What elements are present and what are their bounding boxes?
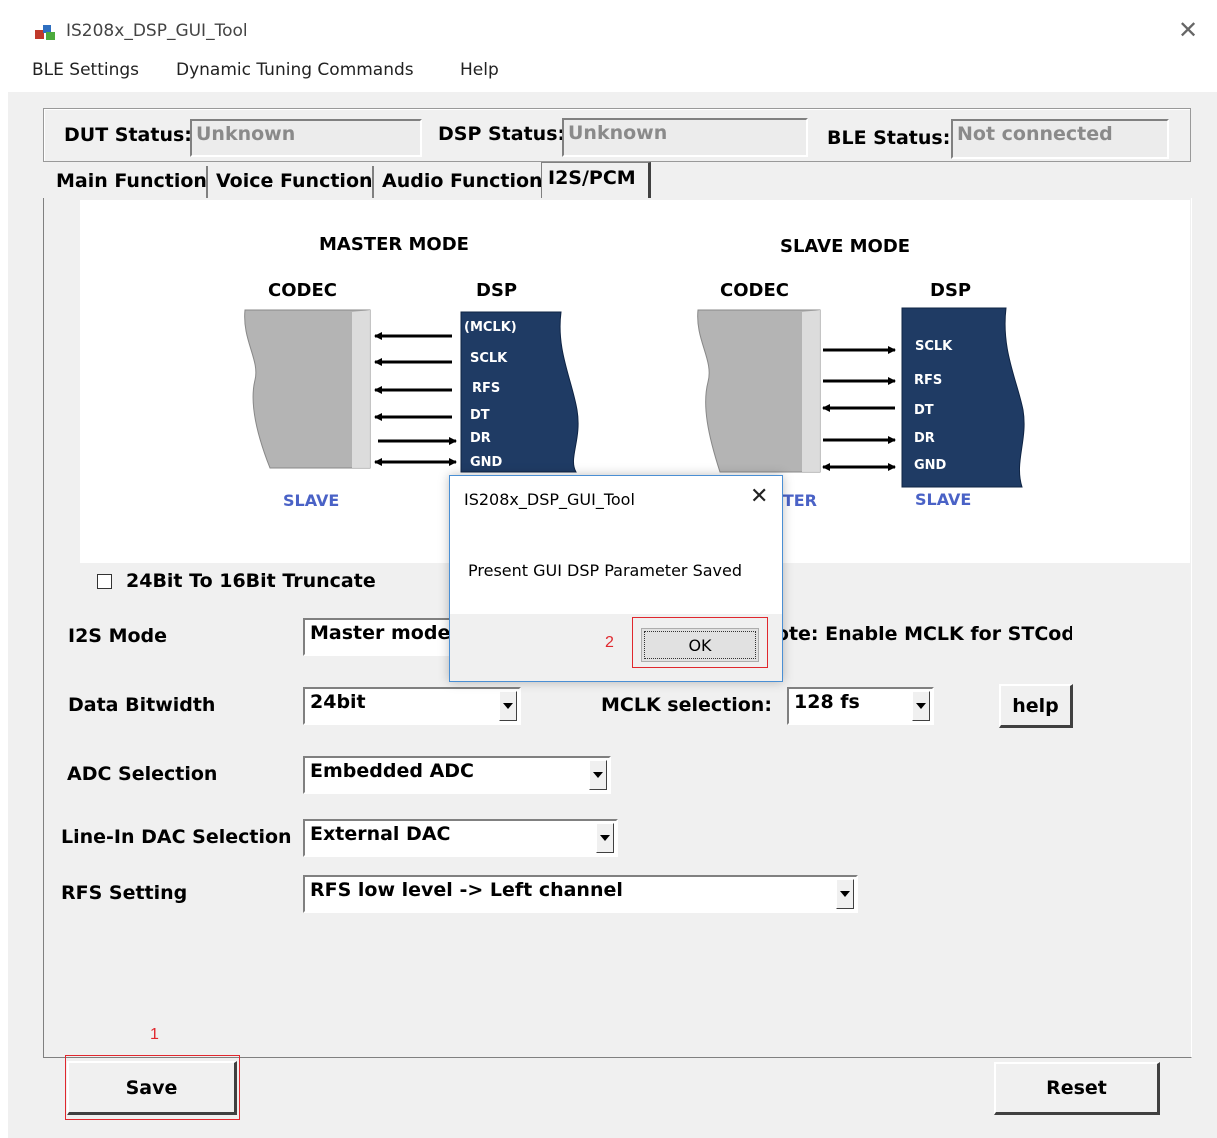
close-icon[interactable]: ✕: [1178, 16, 1198, 44]
ok-button[interactable]: OK: [641, 628, 759, 662]
menu-dynamic-tuning-commands[interactable]: Dynamic Tuning Commands: [176, 60, 414, 80]
i2s-mode-value: Master mode: [310, 622, 451, 644]
slave-signal-dt: DT: [914, 403, 934, 418]
window-title: IS208x_DSP_GUI_Tool: [66, 21, 248, 41]
data-bitwidth-label: Data Bitwidth: [68, 694, 216, 716]
tab-i2s-pcm[interactable]: I2S/PCM: [541, 162, 651, 198]
save-button[interactable]: Save: [67, 1061, 237, 1115]
menu-ble-settings[interactable]: BLE Settings: [32, 60, 139, 80]
chevron-down-icon[interactable]: [596, 823, 614, 853]
chevron-down-icon[interactable]: [589, 760, 607, 790]
ble-status-field: Not connected: [951, 119, 1169, 159]
adc-selection-value: Embedded ADC: [310, 760, 474, 782]
ble-status-label: BLE Status:: [827, 127, 951, 149]
data-bitwidth-select[interactable]: 24bit: [303, 687, 521, 725]
app-icon: [35, 25, 55, 40]
truncate-checkbox-label: 24Bit To 16Bit Truncate: [126, 570, 376, 592]
master-signal-dr: DR: [470, 431, 491, 446]
adc-selection-select[interactable]: Embedded ADC: [303, 756, 611, 794]
master-codec-block: [244, 309, 371, 469]
reset-button[interactable]: Reset: [994, 1062, 1160, 1115]
adc-selection-label: ADC Selection: [67, 763, 218, 785]
dsp-status-label: DSP Status:: [438, 123, 566, 145]
slave-codec-label: CODEC: [720, 280, 789, 301]
slave-dsp-role: SLAVE: [915, 490, 972, 509]
master-signal-mclk: (MCLK): [464, 320, 517, 335]
slave-signal-dr: DR: [914, 431, 935, 446]
menu-help[interactable]: Help: [460, 60, 499, 80]
rfs-setting-value: RFS low level -> Left channel: [310, 879, 623, 901]
slave-mode-title: SLAVE MODE: [780, 236, 911, 257]
slave-signal-sclk: SCLK: [915, 339, 953, 354]
master-signal-gnd: GND: [470, 455, 503, 470]
left-margin: [0, 92, 8, 1138]
annotation-step-2: 2: [605, 634, 614, 651]
help-button[interactable]: help: [999, 684, 1073, 728]
annotation-step-1: 1: [150, 1026, 159, 1043]
dut-status-field: Unknown: [190, 119, 422, 157]
focus-rect: [644, 631, 756, 659]
master-mode-title: MASTER MODE: [319, 234, 469, 255]
master-signal-dt: DT: [470, 408, 490, 423]
linein-dac-label: Line-In DAC Selection: [61, 826, 292, 848]
chevron-down-icon[interactable]: [836, 879, 854, 909]
master-codec-role: SLAVE: [283, 491, 340, 510]
truncate-checkbox[interactable]: [97, 574, 112, 589]
linein-dac-value: External DAC: [310, 823, 451, 845]
master-signal-rfs: RFS: [472, 381, 501, 396]
chevron-down-icon[interactable]: [499, 691, 517, 721]
dsp-status-field: Unknown: [562, 118, 808, 157]
mclk-selection-value: 128 fs: [794, 691, 860, 713]
tab-main-function[interactable]: Main Function: [50, 166, 208, 198]
dut-status-label: DUT Status:: [64, 124, 192, 146]
linein-dac-select[interactable]: External DAC: [303, 819, 618, 857]
data-bitwidth-value: 24bit: [310, 691, 366, 713]
master-signal-sclk: SCLK: [470, 351, 508, 366]
i2s-mode-select[interactable]: Master mode: [303, 618, 463, 656]
rfs-setting-label: RFS Setting: [61, 882, 188, 904]
dialog-title: IS208x_DSP_GUI_Tool: [464, 490, 635, 509]
chevron-down-icon[interactable]: [912, 691, 930, 721]
master-dsp-label: DSP: [476, 280, 518, 301]
mclk-selection-label: MCLK selection:: [601, 694, 772, 716]
mclk-selection-select[interactable]: 128 fs: [787, 687, 934, 725]
slave-signal-rfs: RFS: [914, 373, 943, 388]
slave-codec-block: [697, 309, 821, 473]
mclk-note: Note: Enable MCLK for STCodec: [760, 623, 1072, 645]
rfs-setting-select[interactable]: RFS low level -> Left channel: [303, 875, 858, 913]
master-codec-label: CODEC: [268, 280, 337, 301]
slave-signal-gnd: GND: [914, 458, 947, 473]
dialog-message: Present GUI DSP Parameter Saved: [468, 561, 742, 580]
slave-dsp-label: DSP: [930, 280, 972, 301]
tab-voice-function[interactable]: Voice Function: [210, 166, 374, 198]
i2s-mode-label: I2S Mode: [68, 625, 168, 647]
tab-audio-function[interactable]: Audio Function: [376, 166, 543, 198]
dialog-close-icon[interactable]: ✕: [750, 484, 768, 509]
